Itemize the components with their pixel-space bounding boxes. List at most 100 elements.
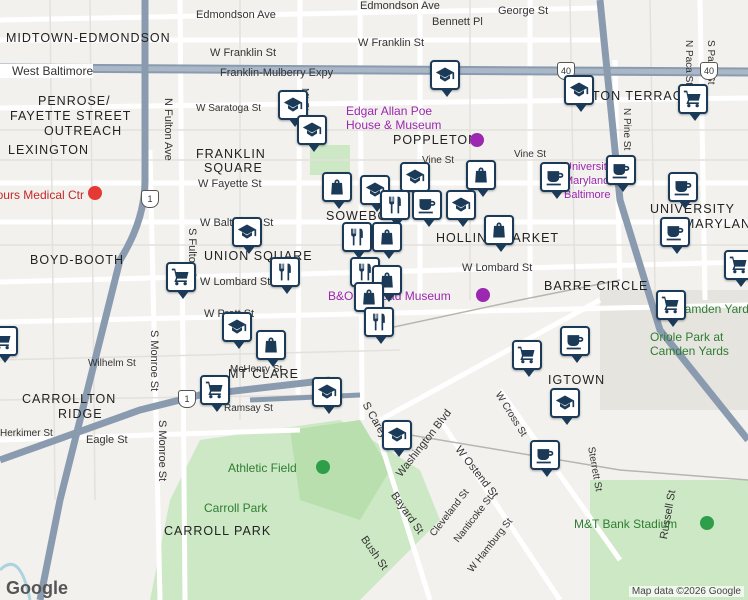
poi-pin-graduation-cap[interactable] [550,388,580,425]
poi-pin-graduation-cap[interactable] [297,115,327,152]
poi-pin-shopping-cart[interactable] [0,326,18,363]
poi-pin-graduation-cap[interactable] [430,60,460,97]
poi-pin-shopping-bag[interactable] [372,222,402,259]
museum-icon-2 [476,288,490,302]
stadium-icon [700,516,714,530]
street-w-franklin-st-1: W Franklin St [210,47,277,59]
label-barre-circle: BARRE CIRCLE [544,279,649,293]
poi-pin-shopping-bag[interactable] [484,215,514,252]
coffee-cup-icon [665,222,685,242]
place-oriole-park[interactable]: Oriole Park at Camden Yards [650,330,746,358]
label-igtown: IGTOWN [548,373,606,387]
poi-pin-shopping-cart[interactable] [512,340,542,377]
label-carrollton: CARROLLTON [22,392,117,406]
coffee-cup-icon [545,167,565,187]
shopping-cart-icon [171,267,191,287]
poi-pin-coffee-cup[interactable] [606,155,636,192]
poi-pin-graduation-cap[interactable] [222,312,252,349]
poi-pin-shopping-cart[interactable] [200,375,230,412]
fork-knife-icon [347,227,367,247]
map-canvas[interactable]: MIDTOWN-EDMONDSON PENROSE/ FAYETTE STREE… [0,0,748,600]
place-west-baltimore[interactable]: West Baltimore [0,64,94,78]
label-fayette-street: FAYETTE STREET [10,109,132,123]
medical-ctr-label: Bon Secours Medical Ctr [0,188,84,202]
label-university: UNIVERSITY [650,202,736,216]
place-mt-bank[interactable]: M&T Bank Stadium [574,517,677,531]
graduation-cap-icon [283,95,303,115]
poi-pin-coffee-cup[interactable] [560,326,590,363]
poi-pin-shopping-bag[interactable] [466,160,496,197]
poi-pin-shopping-cart[interactable] [678,84,708,121]
coffee-cup-icon [611,160,631,180]
place-medical-ctr[interactable]: Bon Secours Medical Ctr [0,188,84,202]
carroll-park-label: Carroll Park [204,501,268,515]
poi-pin-shopping-bag[interactable] [256,330,286,367]
museum-icon [470,133,484,147]
poi-pin-fork-knife[interactable] [364,307,394,344]
graduation-cap-icon [237,222,257,242]
camden-yards-label: Camden Yards [676,302,748,316]
shopping-cart-icon [517,345,537,365]
street-n-fulton-ave: N Fulton Ave [162,98,174,161]
street-n-paca-st: N Paca St [683,40,694,86]
graduation-cap-icon [317,382,337,402]
graduation-cap-icon [302,120,322,140]
poi-pin-fork-knife[interactable] [380,190,410,227]
poi-pin-graduation-cap[interactable] [446,190,476,227]
poi-pin-graduation-cap[interactable] [232,217,262,254]
street-edmondson-ave-2: Edmondson Ave [360,0,440,12]
place-athletic-field[interactable]: Athletic Field [228,461,297,475]
poi-pin-coffee-cup[interactable] [530,440,560,477]
poi-pin-fork-knife[interactable] [270,257,300,294]
label-poppleton: POPPLETON [393,133,479,147]
place-carroll-park[interactable]: Carroll Park [204,501,267,515]
map-attribution[interactable]: Map data ©2026 Google [628,586,744,597]
graduation-cap-icon [569,80,589,100]
street-w-saratoga-st: W Saratoga St [196,103,262,114]
poi-pin-graduation-cap[interactable] [382,420,412,457]
poi-pin-coffee-cup[interactable] [660,217,690,254]
street-franklin-mulberry-expy: Franklin-Mulberry Expy [220,67,334,79]
graduation-cap-icon [387,425,407,445]
shopping-cart-icon [729,255,748,275]
label-ridge: RIDGE [58,407,103,421]
place-poe-house[interactable]: Edgar Allan Poe House & Museum [346,104,466,132]
graduation-cap-icon [451,195,471,215]
route-shield-40b: 40 [700,62,718,80]
shopping-bag-icon [471,165,491,185]
park-icon [316,460,330,474]
poi-pin-shopping-cart[interactable] [724,250,748,287]
coffee-cup-icon [535,445,555,465]
label-outreach: OUTREACH [44,124,123,138]
street-vine-st-2: Vine St [514,149,547,160]
shopping-cart-icon [0,331,13,351]
fork-knife-icon [385,195,405,215]
graduation-cap-icon [227,317,247,337]
poi-pin-shopping-bag[interactable] [322,172,352,209]
street-bennett-pl: Bennett Pl [432,16,483,28]
poi-pin-coffee-cup[interactable] [668,172,698,209]
street-w-lombard-st-1: W Lombard St [200,276,271,288]
graduation-cap-icon [435,65,455,85]
street-w-fayette-st: W Fayette St [198,178,262,190]
coffee-cup-icon [673,177,693,197]
poi-pin-graduation-cap[interactable] [400,162,430,199]
route-shield-1b: 1 [178,390,196,408]
poi-pin-graduation-cap[interactable] [312,377,342,414]
shopping-bag-icon [359,287,379,307]
street-n-pine-st: N Pine St [621,108,632,151]
place-camden-yards[interactable]: Camden Yards [676,302,748,316]
poi-pin-coffee-cup[interactable] [412,190,442,227]
label-carroll-park: CARROLL PARK [164,524,272,538]
oriole-park-label: Oriole Park at Camden Yards [650,330,729,358]
poi-pin-fork-knife[interactable] [342,222,372,259]
google-logo: Google [6,578,68,598]
street-eagle-st: Eagle St [86,434,128,446]
street-w-franklin-st-2: W Franklin St [358,37,425,49]
poi-pin-coffee-cup[interactable] [540,162,570,199]
shopping-bag-icon [377,227,397,247]
label-lexington: LEXINGTON [8,143,90,157]
poi-pin-shopping-cart[interactable] [166,262,196,299]
poi-pin-shopping-cart[interactable] [656,290,686,327]
poi-pin-graduation-cap[interactable] [564,75,594,112]
